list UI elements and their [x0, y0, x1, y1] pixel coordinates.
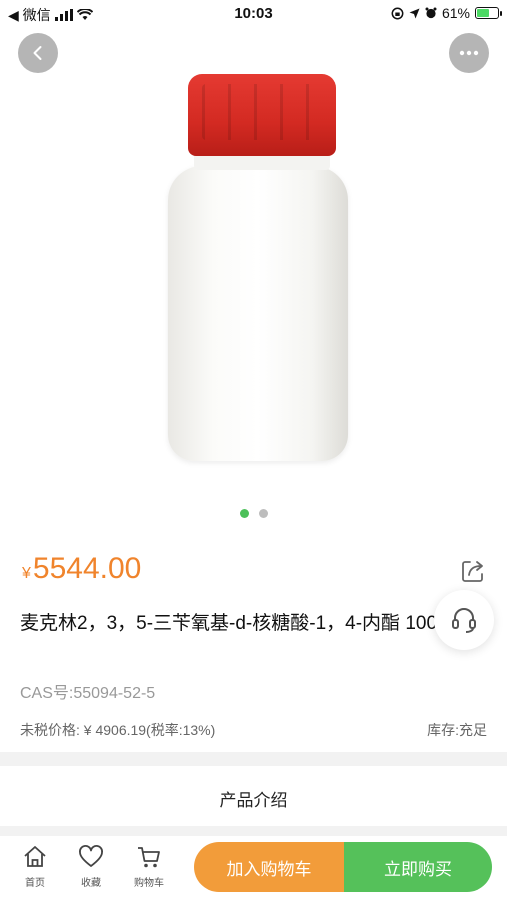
gallery-dot[interactable] — [239, 509, 249, 518]
product-image-gallery[interactable] — [0, 28, 507, 528]
cart-icon — [138, 847, 160, 868]
pre-tax-price: 未税价格: ¥ 4906.19(税率:13%) — [20, 722, 216, 738]
battery-percent: 61% — [441, 5, 470, 21]
share-icon — [462, 561, 483, 582]
heart-icon — [79, 845, 103, 867]
more-icon — [459, 50, 479, 56]
headset-icon — [452, 608, 476, 633]
tab-favorite-label: 收藏 — [81, 878, 101, 889]
section-divider — [0, 752, 507, 766]
back-button[interactable] — [18, 33, 58, 73]
product-image — [168, 74, 348, 461]
gallery-pagination — [0, 509, 507, 518]
product-title: 麦克林2，3，5-三苄氧基-d-核糖酸-1，4-内酯 100g — [20, 608, 440, 672]
lock-rotation-icon — [391, 7, 404, 19]
add-to-cart-button[interactable]: 加入购物车 — [194, 842, 344, 892]
tab-cart-label: 购物车 — [134, 878, 164, 889]
cas-number: CAS号:55094-52-5 — [20, 685, 156, 702]
back-icon — [33, 46, 42, 60]
home-icon — [24, 846, 46, 867]
tab-home-label: 首页 — [25, 878, 45, 889]
product-price: ¥ 5544.00 — [22, 552, 141, 586]
currency-symbol: ¥ — [22, 565, 31, 582]
customer-service-button[interactable] — [434, 590, 494, 650]
section-divider — [0, 826, 507, 836]
status-bar: ◀ 微信 10:03 61% — [0, 0, 507, 28]
product-title-text: 麦克林2，3，5-三苄氧基-d-核糖酸-1，4-内酯 100g — [20, 613, 440, 634]
more-button[interactable] — [449, 33, 489, 73]
product-intro-title[interactable]: 产品介绍 — [0, 786, 507, 811]
location-icon — [409, 8, 420, 18]
buy-now-button[interactable]: 立即购买 — [344, 842, 492, 892]
share-button[interactable] — [460, 558, 486, 584]
tab-home[interactable]: 首页 — [12, 844, 58, 889]
stock-status: 库存:充足 — [427, 722, 487, 738]
tab-favorite[interactable]: 收藏 — [68, 844, 114, 889]
status-right: 61% — [391, 5, 502, 21]
alarm-icon — [425, 7, 437, 19]
bottom-action-bar: 首页 收藏 购物车 加入购物车 立即购买 — [0, 836, 507, 900]
battery-level-fill — [477, 9, 489, 17]
price-value: 5544.00 — [32, 552, 142, 585]
battery-icon — [475, 7, 502, 19]
tab-cart[interactable]: 购物车 — [126, 844, 172, 889]
gallery-dot[interactable] — [258, 509, 268, 518]
